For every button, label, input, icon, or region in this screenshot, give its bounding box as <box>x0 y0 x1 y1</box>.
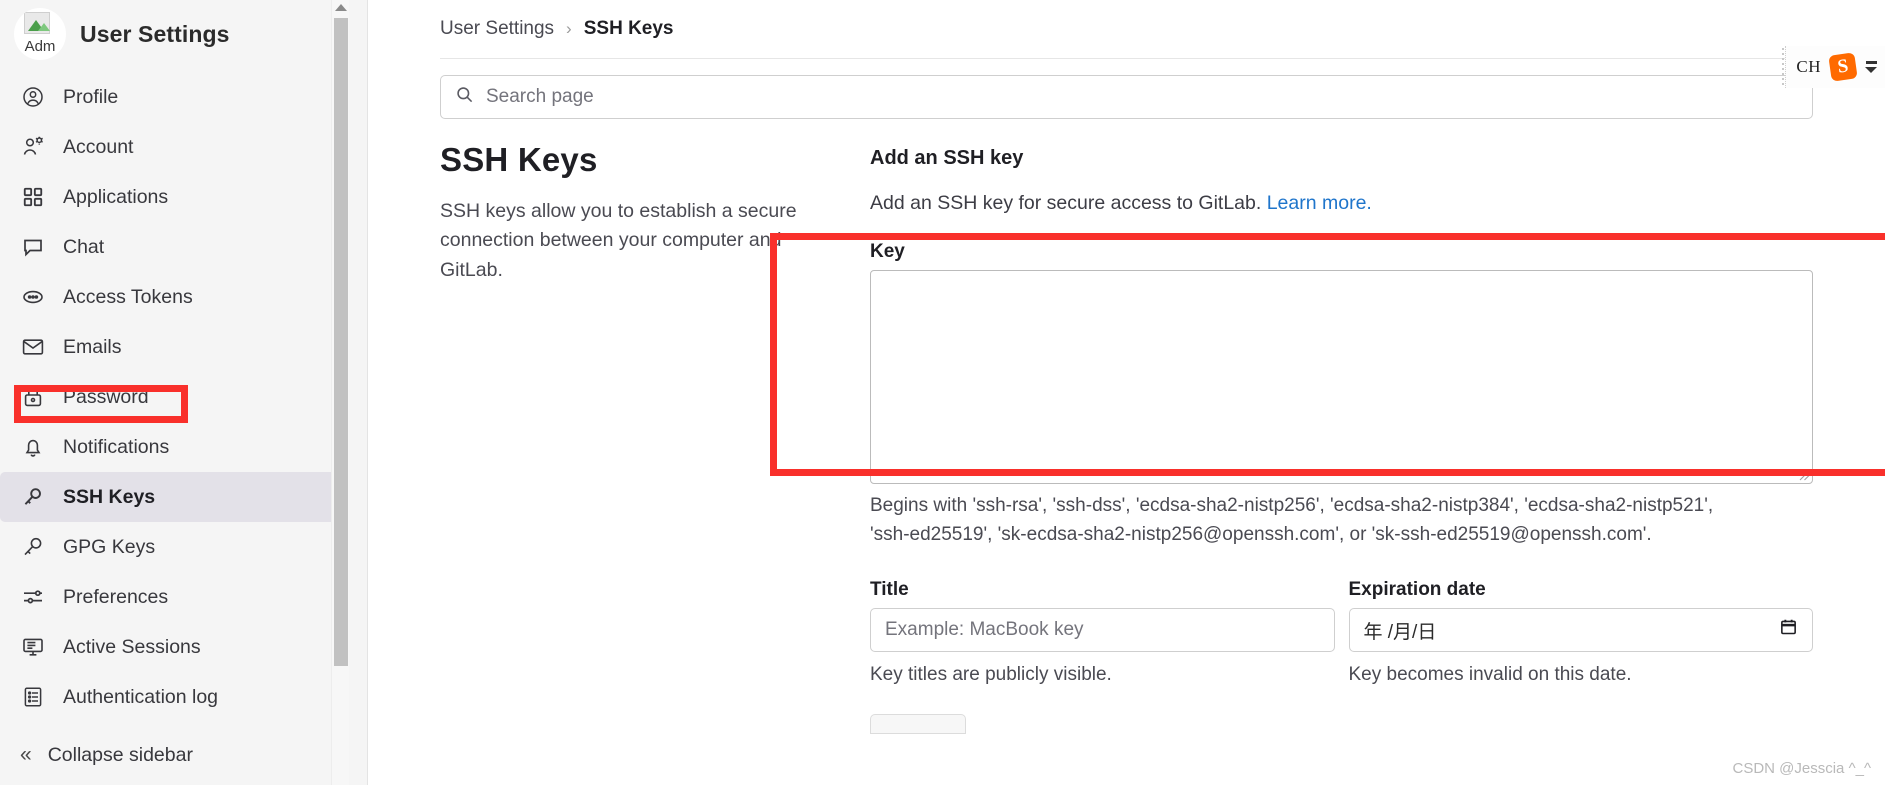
sidebar-item-label: Authentication log <box>63 685 219 708</box>
user-gear-icon <box>20 134 46 160</box>
sidebar-item-gpg-keys[interactable]: GPG Keys <box>0 522 342 572</box>
sidebar-item-label: Preferences <box>63 585 169 608</box>
browser-chrome-backdrop <box>1785 0 1885 46</box>
sidebar: Adm User Settings Profile Account Applic… <box>0 0 368 785</box>
expiration-placeholder: 年 /月/日 <box>1363 621 1437 643</box>
key-textarea[interactable] <box>870 270 1813 484</box>
resize-handle-icon[interactable] <box>1794 465 1810 481</box>
sidebar-header: Adm User Settings <box>0 0 350 68</box>
add-key-section-description: Add an SSH key for secure access to GitL… <box>870 192 1813 215</box>
breadcrumb-parent[interactable]: User Settings <box>440 18 554 40</box>
title-placeholder: Example: MacBook key <box>885 619 1084 640</box>
sidebar-item-label: Notifications <box>63 435 170 458</box>
sidebar-item-access-tokens[interactable]: Access Tokens <box>0 272 342 322</box>
sidebar-title: User Settings <box>80 20 230 47</box>
key-icon <box>20 534 46 560</box>
sidebar-scroll-area: Adm User Settings Profile Account Applic… <box>0 0 350 785</box>
page-description: SSH keys allow you to establish a secure… <box>440 200 797 281</box>
list-doc-icon <box>20 684 46 710</box>
breadcrumb-separator-icon: › <box>566 19 572 38</box>
expiration-date-input[interactable]: 年 /月/日 <box>1348 608 1813 652</box>
scrollbar-thumb[interactable] <box>334 18 348 666</box>
add-key-section-title: Add an SSH key <box>870 147 1024 169</box>
sidebar-scrollbar[interactable] <box>331 0 349 785</box>
key-icon <box>20 484 46 510</box>
sidebar-item-password[interactable]: Password <box>0 372 342 422</box>
key-help-line-1: Begins with 'ssh-rsa', 'ssh-dss', 'ecdsa… <box>870 495 1714 516</box>
token-icon <box>20 284 46 310</box>
sidebar-item-label: Profile <box>63 85 119 108</box>
title-field-label: Title <box>870 579 909 600</box>
expiration-hint: Key becomes invalid on this date. <box>1348 664 1632 685</box>
lock-icon <box>20 384 46 410</box>
breadcrumb-current: SSH Keys <box>583 18 674 39</box>
chevron-double-left-icon: « <box>20 743 32 766</box>
page-scrollbar-track[interactable] <box>1782 48 1784 86</box>
expiration-field-label: Expiration date <box>1348 579 1486 600</box>
add-key-submit-button[interactable] <box>870 714 966 734</box>
main-content: User Settings › SSH Keys Search page SSH… <box>368 0 1885 785</box>
grid-apps-icon <box>20 184 46 210</box>
search-input[interactable]: Search page <box>440 75 1813 119</box>
sidebar-item-label: Active Sessions <box>63 635 201 658</box>
collapse-sidebar-button[interactable]: « Collapse sidebar <box>0 743 193 767</box>
title-hint: Key titles are publicly visible. <box>870 664 1112 685</box>
browser-extension-bar: CH S <box>1785 46 1885 88</box>
key-field-label: Key <box>870 241 905 262</box>
sidebar-item-label: SSH Keys <box>63 485 156 508</box>
watermark: CSDN @Jesscia ^_^ <box>1732 760 1871 777</box>
sliders-icon <box>20 584 46 610</box>
overview-column: SSH Keys SSH keys allow you to establish… <box>440 141 870 734</box>
sidebar-item-active-sessions[interactable]: Active Sessions <box>0 622 342 672</box>
chat-bubble-icon <box>20 234 46 260</box>
avatar[interactable]: Adm <box>14 8 66 60</box>
more-options-icon[interactable] <box>1865 61 1877 73</box>
sidebar-item-label: Access Tokens <box>63 285 193 308</box>
sidebar-item-account[interactable]: Account <box>0 122 342 172</box>
collapse-sidebar-label: Collapse sidebar <box>47 743 193 766</box>
search-section: Search page <box>368 59 1885 119</box>
calendar-icon[interactable] <box>1779 617 1798 643</box>
bell-icon <box>20 434 46 460</box>
sidebar-item-authentication-log[interactable]: Authentication log <box>0 672 342 722</box>
add-key-desc-text: Add an SSH key for secure access to GitL… <box>870 192 1262 214</box>
app-root: Adm User Settings Profile Account Applic… <box>0 0 1885 785</box>
user-circle-icon <box>20 84 46 110</box>
key-help-line-2: 'ssh-ed25519', 'sk-ecdsa-sha2-nistp256@o… <box>870 523 1652 545</box>
monitor-icon <box>20 634 46 660</box>
envelope-icon <box>20 334 46 360</box>
sidebar-item-profile[interactable]: Profile <box>0 72 342 122</box>
ime-indicator[interactable]: CH <box>1796 57 1821 77</box>
add-key-column: Add an SSH key Add an SSH key for secure… <box>870 141 1813 734</box>
sidebar-item-emails[interactable]: Emails <box>0 322 342 372</box>
title-input[interactable]: Example: MacBook key <box>870 608 1335 652</box>
learn-more-link[interactable]: Learn more. <box>1267 192 1372 214</box>
scroll-up-arrow-icon[interactable] <box>335 4 347 11</box>
sidebar-item-label: Account <box>63 135 134 158</box>
title-expiration-row: Title Example: MacBook key Key titles ar… <box>870 579 1813 686</box>
sidebar-item-label: Emails <box>63 335 122 358</box>
sidebar-item-notifications[interactable]: Notifications <box>0 422 342 472</box>
sidebar-item-preferences[interactable]: Preferences <box>0 572 342 622</box>
sidebar-item-label: Chat <box>63 235 105 258</box>
search-placeholder: Search page <box>486 86 594 107</box>
sidebar-item-ssh-keys[interactable]: SSH Keys <box>0 472 342 522</box>
sogou-icon[interactable]: S <box>1828 52 1858 82</box>
sidebar-item-label: GPG Keys <box>63 535 156 558</box>
sidebar-item-applications[interactable]: Applications <box>0 172 342 222</box>
broken-image-icon <box>24 12 50 34</box>
page-title: SSH Keys <box>440 141 598 178</box>
key-help-text: Begins with 'ssh-rsa', 'ssh-dss', 'ecdsa… <box>870 492 1813 549</box>
sidebar-nav: Profile Account Applications Chat Access… <box>0 72 350 722</box>
breadcrumb: User Settings › SSH Keys <box>368 0 1885 40</box>
avatar-alt-text: Adm <box>24 38 56 55</box>
sidebar-item-label: Applications <box>63 185 169 208</box>
expiration-field-group: Expiration date 年 /月/日 Key becomes inval… <box>1348 579 1813 686</box>
search-icon <box>455 85 474 109</box>
sidebar-item-label: Password <box>63 385 149 408</box>
title-field-group: Title Example: MacBook key Key titles ar… <box>870 579 1335 686</box>
content-columns: SSH Keys SSH keys allow you to establish… <box>368 119 1885 734</box>
sidebar-item-chat[interactable]: Chat <box>0 222 342 272</box>
